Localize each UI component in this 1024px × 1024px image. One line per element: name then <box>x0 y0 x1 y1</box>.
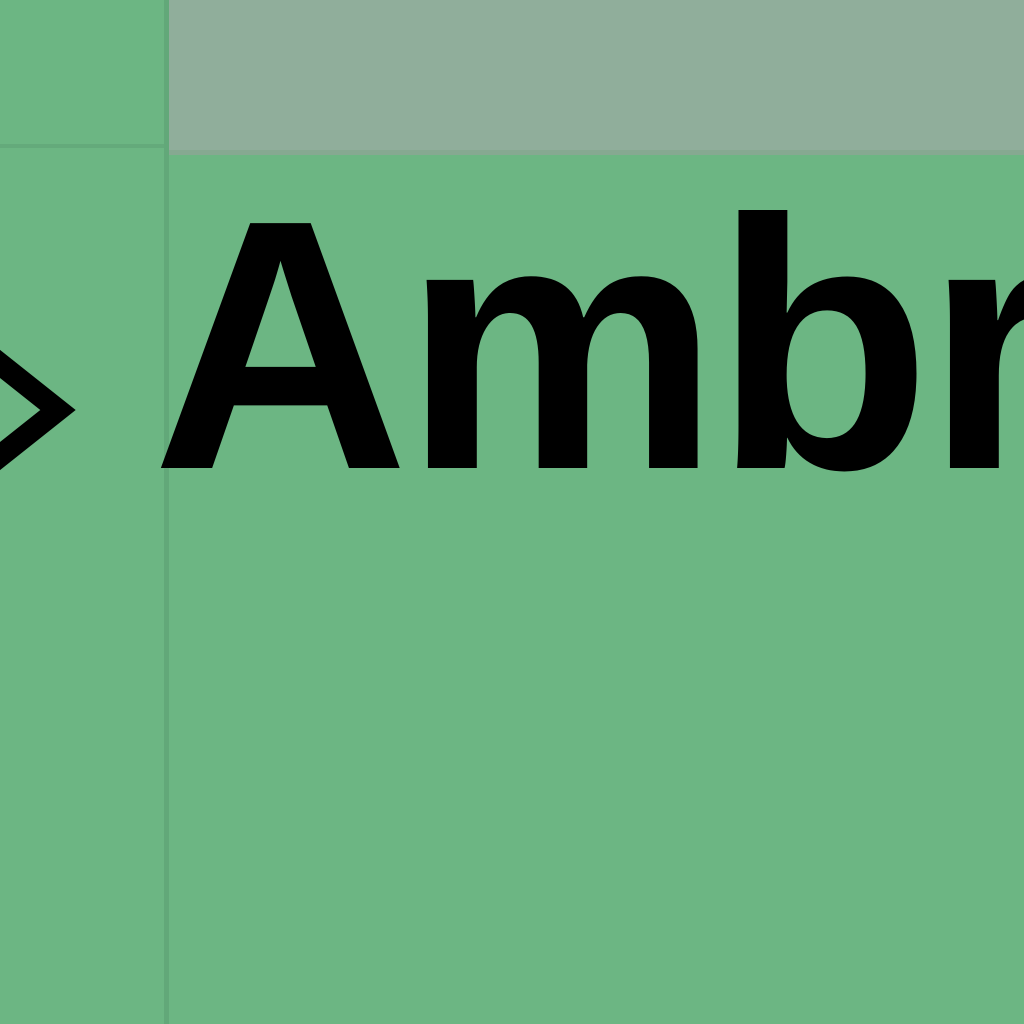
zoomed-table-view: Ambr <box>0 0 1024 1024</box>
row-label: Ambr <box>152 147 1024 544</box>
left-column-header-cell <box>0 0 164 148</box>
column-header-cell <box>168 0 1024 155</box>
chevron-right-icon <box>0 349 76 471</box>
expand-toggle[interactable] <box>0 338 80 478</box>
